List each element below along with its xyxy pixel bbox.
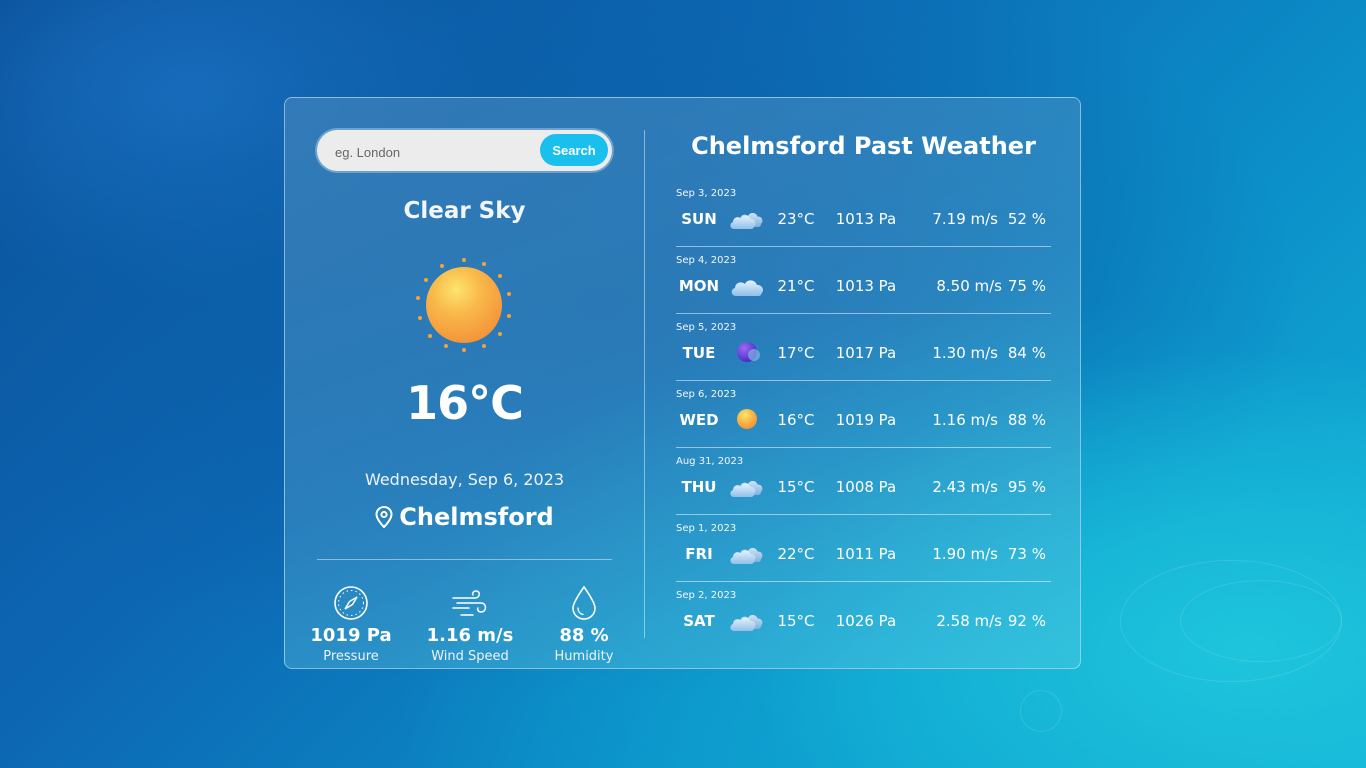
past-weather-row: Sep 2, 2023 SAT 15°C 1026 Pa 2.58 m/s 92…: [676, 590, 1051, 657]
wind-icon: [452, 590, 487, 616]
row-date: Sep 3, 2023: [676, 188, 737, 199]
past-weather-title: Chelmsford Past Weather: [691, 132, 1036, 160]
row-separator: [676, 514, 1051, 515]
row-temp: 22°C: [777, 545, 815, 563]
row-date: Sep 1, 2023: [676, 523, 737, 534]
humidity-stat: 88 % Humidity: [534, 585, 634, 664]
row-wind: 1.16 m/s: [932, 411, 998, 429]
row-wind: 2.43 m/s: [932, 478, 998, 496]
past-weather-row: Sep 3, 2023 SUN 23°C 1013 Pa 7.19 m/s 52…: [676, 188, 1051, 255]
wind-stat: 1.16 m/s Wind Speed: [420, 585, 520, 664]
cloud-icon: [730, 481, 763, 497]
droplet-icon: [572, 585, 596, 620]
row-day: FRI: [685, 545, 713, 563]
current-weather-panel: Search Clear Sky 16°C Wednesday, Sep 6,: [310, 130, 613, 664]
divider: [317, 559, 612, 560]
row-pressure: 1013 Pa: [835, 210, 897, 228]
row-humidity: 73 %: [1007, 545, 1046, 563]
row-separator: [676, 581, 1051, 582]
row-temp: 16°C: [777, 411, 815, 429]
row-pressure: 1011 Pa: [835, 545, 897, 563]
pressure-stat: 1019 Pa Pressure: [301, 585, 401, 664]
past-weather-row: Sep 1, 2023 FRI 22°C 1011 Pa 1.90 m/s 73…: [676, 523, 1051, 590]
row-separator: [676, 380, 1051, 381]
row-temp: 23°C: [777, 210, 815, 228]
row-wind: 1.90 m/s: [932, 545, 998, 563]
row-wind: 7.19 m/s: [932, 210, 998, 228]
pressure-value: 1019 Pa: [310, 625, 392, 646]
moon-icon: [737, 342, 760, 362]
row-temp: 17°C: [777, 344, 815, 362]
location-pin-icon: [375, 505, 393, 529]
search-button[interactable]: Search: [540, 134, 608, 166]
row-temp: 15°C: [777, 478, 815, 496]
row-pressure: 1026 Pa: [835, 612, 897, 630]
compass-icon: [334, 586, 368, 620]
row-day: MON: [678, 277, 720, 295]
row-wind: 2.58 m/s: [936, 612, 1002, 630]
row-humidity: 88 %: [1007, 411, 1046, 429]
past-weather-row: Sep 5, 2023 TUE 17°C 1017 Pa 1.30 m/s 84…: [676, 322, 1051, 389]
weather-card: Search Clear Sky 16°C Wednesday, Sep 6,: [284, 97, 1081, 669]
row-separator: [676, 246, 1051, 247]
current-date: Wednesday, Sep 6, 2023: [364, 470, 565, 489]
row-day: THU: [681, 478, 717, 496]
wind-speed-value: 1.16 m/s: [426, 625, 514, 646]
row-day: TUE: [682, 344, 716, 362]
current-temperature: 16°C: [406, 376, 524, 430]
row-wind: 1.30 m/s: [932, 344, 998, 362]
row-humidity: 92 %: [1007, 612, 1046, 630]
row-pressure: 1008 Pa: [835, 478, 897, 496]
row-date: Sep 4, 2023: [676, 255, 737, 266]
row-date: Aug 31, 2023: [676, 456, 744, 467]
row-day: SAT: [683, 612, 715, 630]
humidity-value: 88 %: [559, 625, 609, 646]
search-bar: Search: [317, 130, 612, 171]
humidity-label: Humidity: [554, 649, 614, 664]
row-day: SUN: [681, 210, 717, 228]
sun-icon: [737, 409, 757, 429]
search-input[interactable]: [333, 141, 537, 163]
row-temp: 21°C: [777, 277, 815, 295]
sun-icon: [416, 258, 511, 352]
city-name: Chelmsford: [399, 503, 554, 531]
row-separator: [676, 313, 1051, 314]
row-separator: [676, 447, 1051, 448]
row-pressure: 1019 Pa: [835, 411, 897, 429]
city-location: Chelmsford: [317, 503, 612, 531]
row-date: Sep 6, 2023: [676, 389, 737, 400]
cloud-icon: [730, 615, 763, 631]
weather-condition: Clear Sky: [403, 198, 526, 224]
row-date: Sep 5, 2023: [676, 322, 737, 333]
row-pressure: 1013 Pa: [835, 277, 897, 295]
vertical-divider: [644, 130, 645, 638]
row-wind: 8.50 m/s: [936, 277, 1002, 295]
row-humidity: 75 %: [1007, 277, 1046, 295]
row-humidity: 52 %: [1007, 210, 1046, 228]
row-humidity: 95 %: [1007, 478, 1046, 496]
past-weather-row: Sep 6, 2023 WED 16°C 1019 Pa 1.16 m/s 88…: [676, 389, 1051, 456]
wind-speed-label: Wind Speed: [431, 649, 509, 664]
past-weather-row: Aug 31, 2023 THU 15°C 1008 Pa 2.43 m/s 9…: [676, 456, 1051, 523]
row-day: WED: [679, 411, 719, 429]
row-pressure: 1017 Pa: [835, 344, 897, 362]
row-date: Sep 2, 2023: [676, 590, 737, 601]
past-weather-row: Sep 4, 2023 MON 21°C 1013 Pa 8.50 m/s 75…: [676, 255, 1051, 322]
pressure-label: Pressure: [323, 649, 379, 664]
row-humidity: 84 %: [1007, 344, 1046, 362]
cloud-icon: [731, 280, 764, 296]
cloud-icon: [730, 213, 763, 229]
cloud-icon: [730, 548, 763, 564]
row-temp: 15°C: [777, 612, 815, 630]
